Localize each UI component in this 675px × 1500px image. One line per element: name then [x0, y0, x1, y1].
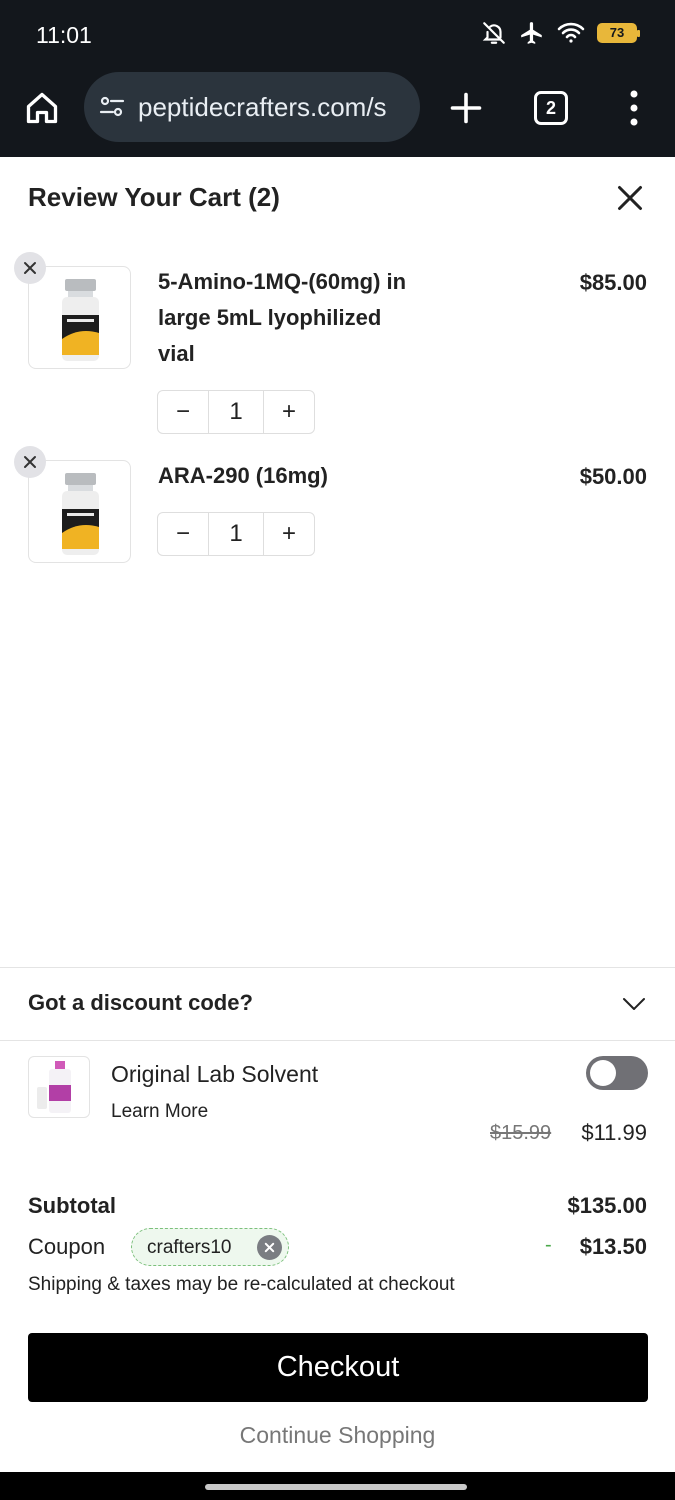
close-icon — [264, 1242, 275, 1253]
upsell-original-price: $15.99 — [490, 1122, 552, 1144]
coupon-code: crafters10 — [147, 1237, 232, 1258]
solvent-bottle-image — [37, 1061, 71, 1113]
checkout-button[interactable]: Checkout — [28, 1333, 648, 1402]
divider — [0, 967, 675, 968]
browser-chrome: 11:01 73 peptidecrafters.com/s 2 — [0, 0, 675, 157]
browser-toolbar: peptidecrafters.com/s 2 — [0, 72, 675, 142]
quantity-value[interactable]: 1 — [208, 513, 264, 555]
home-gesture-handle[interactable] — [205, 1484, 467, 1490]
continue-shopping-link[interactable]: Continue Shopping — [0, 1422, 675, 1449]
battery-icon: 73 — [597, 23, 640, 43]
upsell-product-image — [28, 1056, 90, 1118]
airplane-icon — [521, 22, 542, 44]
remove-item-button[interactable] — [14, 446, 46, 478]
learn-more-link[interactable]: Learn More — [111, 1101, 208, 1123]
decrease-quantity-button[interactable]: − — [158, 391, 208, 433]
remove-coupon-button[interactable] — [257, 1235, 282, 1260]
product-image — [28, 460, 131, 563]
address-bar[interactable]: peptidecrafters.com/s — [84, 72, 420, 142]
status-icons: 73 — [481, 20, 640, 46]
url-text: peptidecrafters.com/s — [138, 92, 387, 122]
more-vert-icon[interactable] — [622, 86, 646, 130]
wifi-icon — [557, 22, 585, 43]
coupon-sign: - — [545, 1234, 552, 1256]
chevron-down-icon[interactable] — [620, 992, 648, 1016]
upsell-toggle[interactable] — [586, 1056, 648, 1090]
vial-image — [62, 473, 99, 555]
cart-title: Review Your Cart (2) — [28, 182, 280, 212]
subtotal-label: Subtotal — [28, 1193, 116, 1218]
increase-quantity-button[interactable]: + — [264, 513, 314, 555]
coupon-label: Coupon — [28, 1234, 106, 1259]
home-icon[interactable] — [24, 90, 60, 126]
coupon-chip: crafters10 — [131, 1228, 289, 1266]
product-image — [28, 266, 131, 369]
remove-item-button[interactable] — [14, 252, 46, 284]
close-icon[interactable] — [612, 180, 648, 216]
upsell-sale-price: $11.99 — [581, 1120, 647, 1145]
close-icon — [24, 262, 36, 274]
coupon-discount-value: $13.50 — [579, 1234, 647, 1259]
item-name[interactable]: 5-Amino-1MQ-(60mg) in large 5mL lyophili… — [158, 264, 418, 372]
increase-quantity-button[interactable]: + — [264, 391, 314, 433]
item-price: $85.00 — [579, 270, 647, 295]
divider — [0, 1040, 675, 1041]
system-navigation-bar — [0, 1472, 675, 1500]
vial-image — [62, 279, 99, 361]
subtotal-value: $135.00 — [567, 1193, 647, 1218]
quantity-stepper: − 1 + — [157, 512, 315, 556]
screen: 11:01 73 peptidecrafters.com/s 2 Review … — [0, 0, 675, 1500]
battery-level: 73 — [609, 25, 625, 40]
quantity-stepper: − 1 + — [157, 390, 315, 434]
shipping-note: Shipping & taxes may be re-calculated at… — [28, 1274, 455, 1295]
bell-off-icon — [482, 22, 505, 44]
quantity-value[interactable]: 1 — [208, 391, 264, 433]
plus-icon[interactable] — [448, 90, 484, 126]
tab-switcher-button[interactable]: 2 — [534, 91, 568, 125]
tune-icon[interactable] — [99, 95, 125, 119]
item-price: $50.00 — [579, 464, 647, 489]
decrease-quantity-button[interactable]: − — [158, 513, 208, 555]
close-icon — [24, 456, 36, 468]
status-time: 11:01 — [36, 22, 92, 48]
item-name[interactable]: ARA-290 (16mg) — [158, 458, 418, 494]
discount-toggle-label[interactable]: Got a discount code? — [28, 990, 253, 1016]
upsell-name: Original Lab Solvent — [111, 1061, 319, 1087]
